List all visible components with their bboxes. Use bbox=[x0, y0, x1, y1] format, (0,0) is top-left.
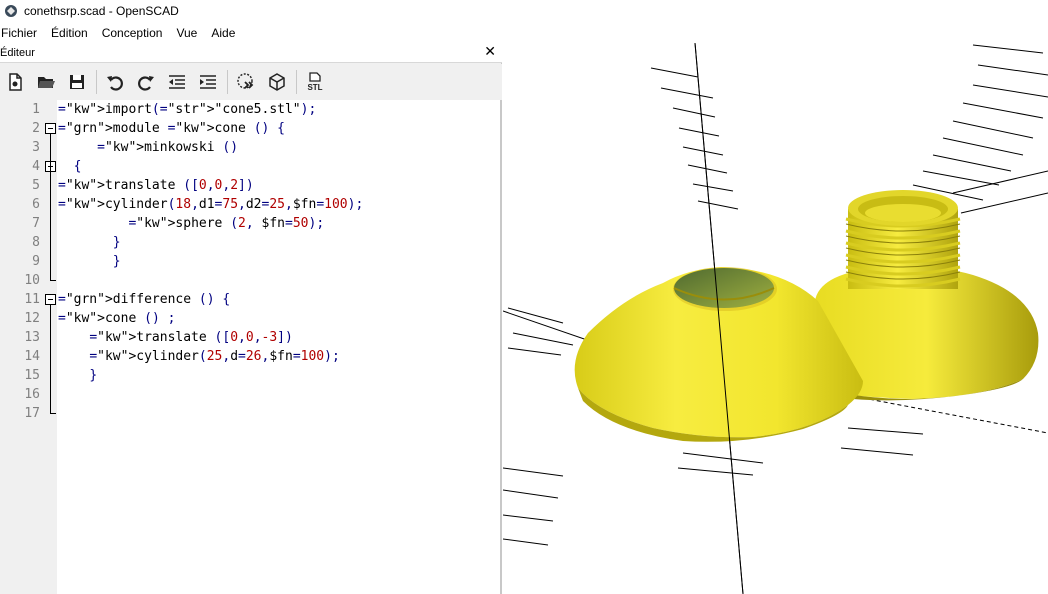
code-line[interactable]: ="kw">import(="str">"cone5.stl"); bbox=[58, 100, 316, 119]
fold-toggle[interactable] bbox=[45, 294, 56, 305]
preview-button[interactable] bbox=[232, 68, 260, 96]
indent-button[interactable] bbox=[194, 68, 222, 96]
close-editor-button[interactable]: ✕ bbox=[484, 44, 496, 60]
unindent-button[interactable] bbox=[163, 68, 191, 96]
code-line[interactable]: } bbox=[58, 252, 121, 271]
code-line[interactable]: } bbox=[58, 233, 121, 252]
render-button[interactable] bbox=[263, 68, 291, 96]
toolbar-separator bbox=[227, 70, 228, 94]
open-file-button[interactable] bbox=[32, 68, 60, 96]
toolbar-separator bbox=[96, 70, 97, 94]
open-file-icon bbox=[38, 77, 55, 88]
line-number: 8 bbox=[32, 235, 40, 250]
save-button[interactable] bbox=[63, 68, 91, 96]
viewport-scene bbox=[503, 43, 1048, 594]
line-number: 7 bbox=[32, 216, 40, 231]
fold-guide bbox=[50, 305, 51, 413]
line-number: 4 bbox=[32, 159, 40, 174]
fold-guide bbox=[50, 134, 51, 280]
save-icon bbox=[70, 75, 84, 89]
line-number: 12 bbox=[24, 311, 40, 326]
fold-guide-end bbox=[50, 413, 56, 414]
window-title: conethsrp.scad - OpenSCAD bbox=[24, 4, 179, 18]
fold-guide-end bbox=[50, 280, 56, 281]
code-line[interactable]: { bbox=[58, 157, 82, 176]
export-stl-label: STL bbox=[307, 83, 322, 92]
editor-scrollbar[interactable] bbox=[500, 100, 502, 594]
new-file-button[interactable] bbox=[1, 68, 29, 96]
unindent-icon bbox=[169, 75, 185, 89]
code-line[interactable]: ="grn">difference () { bbox=[58, 290, 230, 309]
menu-edit[interactable]: Édition bbox=[51, 26, 97, 40]
line-number: 16 bbox=[24, 387, 40, 402]
code-line[interactable]: ="kw">translate ([0,0,-3]) bbox=[58, 328, 293, 347]
new-file-icon bbox=[9, 73, 22, 91]
menu-file[interactable]: Fichier bbox=[1, 26, 46, 40]
redo-icon bbox=[138, 76, 154, 91]
line-number: 5 bbox=[32, 178, 40, 193]
code-line[interactable]: ="kw">translate ([0,0,2]) bbox=[58, 176, 254, 195]
3d-viewport[interactable] bbox=[503, 43, 1048, 594]
line-number: 11 bbox=[24, 292, 40, 307]
code-line[interactable]: ="kw">cylinder(25,d=26,$fn=100); bbox=[58, 347, 339, 366]
editor-panel: Éditeur ✕ STL 1 2 3 4 5 6 7 8 9 10 11 12… bbox=[0, 43, 502, 594]
menu-design[interactable]: Conception bbox=[102, 26, 172, 40]
line-number-gutter: 1 2 3 4 5 6 7 8 9 10 11 12 13 14 15 16 17 bbox=[0, 100, 57, 594]
menu-bar: Fichier Édition Conception Vue Aide bbox=[0, 22, 1048, 43]
code-line[interactable]: } bbox=[58, 366, 97, 385]
code-line[interactable]: ="kw">minkowski () bbox=[58, 138, 238, 157]
editor-toolbar: STL bbox=[0, 64, 502, 100]
preview-icon bbox=[237, 73, 254, 89]
window-titlebar: conethsrp.scad - OpenSCAD bbox=[0, 0, 1048, 22]
toolbar-separator bbox=[296, 70, 297, 94]
line-number: 1 bbox=[32, 102, 40, 117]
undo-icon bbox=[107, 76, 123, 91]
code-line[interactable]: ="kw">cylinder(18,d1=75,d2=25,$fn=100); bbox=[58, 195, 363, 214]
redo-button[interactable] bbox=[132, 68, 160, 96]
menu-view[interactable]: Vue bbox=[176, 26, 206, 40]
openscad-app-icon bbox=[5, 5, 17, 17]
code-editor[interactable]: 1 2 3 4 5 6 7 8 9 10 11 12 13 14 15 16 17 ="kw">import(=… bbox=[0, 100, 502, 594]
undo-button[interactable] bbox=[101, 68, 129, 96]
indent-icon bbox=[200, 75, 216, 89]
export-stl-icon: STL bbox=[307, 72, 323, 92]
code-line[interactable]: ="grn">module ="kw">cone () { bbox=[58, 119, 285, 138]
fold-toggle[interactable] bbox=[45, 123, 56, 134]
editor-dock-title: Éditeur bbox=[0, 47, 35, 59]
line-number: 17 bbox=[24, 406, 40, 421]
line-number: 14 bbox=[24, 349, 40, 364]
render-icon bbox=[269, 73, 285, 91]
code-line[interactable]: ="kw">cone () ; bbox=[58, 309, 175, 328]
line-number: 3 bbox=[32, 140, 40, 155]
code-line[interactable]: ="kw">sphere (2, $fn=50); bbox=[58, 214, 324, 233]
export-stl-button[interactable]: STL bbox=[301, 68, 329, 96]
line-number: 10 bbox=[24, 273, 40, 288]
line-number: 9 bbox=[32, 254, 40, 269]
line-number: 6 bbox=[32, 197, 40, 212]
editor-dock-titlebar: Éditeur ✕ bbox=[0, 43, 502, 63]
line-number: 2 bbox=[32, 121, 40, 136]
line-number: 15 bbox=[24, 368, 40, 383]
line-number: 13 bbox=[24, 330, 40, 345]
menu-help[interactable]: Aide bbox=[211, 26, 244, 40]
